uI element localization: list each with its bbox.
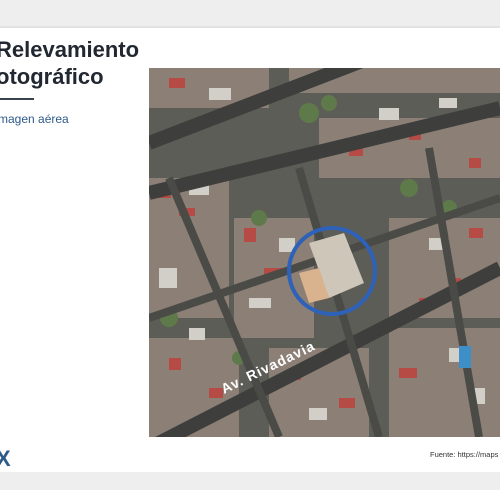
slide-title-line2: otográfico [0,64,104,89]
slide-title-line1: Relevamiento [0,37,140,62]
brand-logo: X [0,446,11,471]
source-caption: Fuente: https://maps [430,450,499,459]
title-underline [0,98,34,100]
aerial-photo-icon: Av. Rivadavia [149,68,500,437]
aerial-map-image: Av. Rivadavia [149,68,500,437]
slide-title: Relevamiento otográfico [0,36,146,90]
slide-subtitle: magen aérea [0,112,69,126]
